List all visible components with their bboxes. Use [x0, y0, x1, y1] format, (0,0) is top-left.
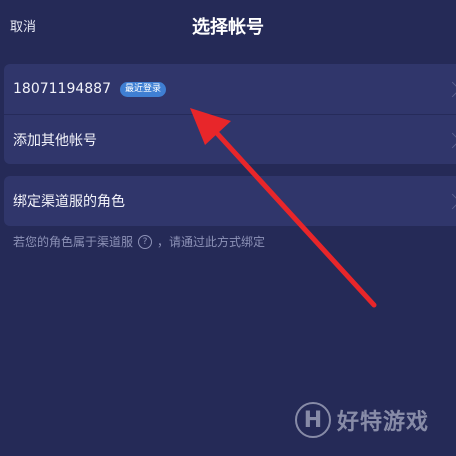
annotation-arrow [190, 108, 377, 308]
watermark-text: 好特游戏 [337, 410, 430, 435]
watermark: H 好特游戏 [295, 402, 429, 438]
arrow-shaft [211, 127, 377, 308]
watermark-logo: H [295, 402, 331, 438]
